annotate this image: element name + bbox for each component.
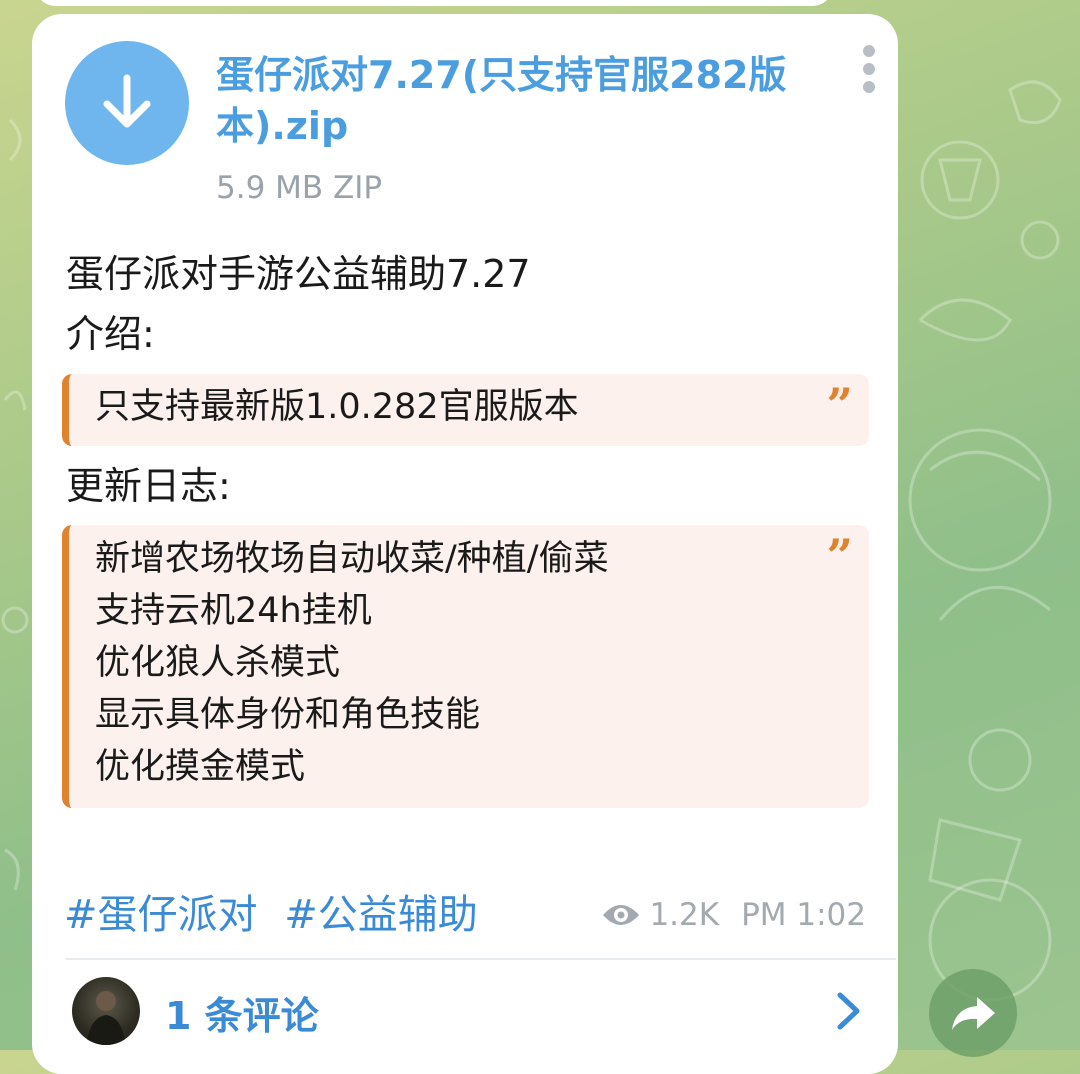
message-time: PM 1:02 [741, 897, 866, 933]
file-name[interactable]: 蛋仔派对7.27(只支持官服282版本).zip [216, 50, 826, 152]
changelog-label: 更新日志: [66, 464, 231, 508]
quote-line: 新增农场牧场自动收菜/种植/偷菜 [95, 539, 609, 579]
view-count: 1.2K [649, 897, 720, 933]
avatar-photo [86, 991, 126, 1045]
download-icon [103, 74, 151, 128]
message-meta: 1.2K PM 1:02 [601, 897, 866, 933]
previous-message-bubble [34, 0, 834, 6]
intro-quote: 只支持最新版1.0.282官服版本 ” [62, 374, 869, 446]
comments-link[interactable]: 1 条评论 [165, 985, 319, 1040]
quote-line: 优化狼人杀模式 [95, 643, 341, 683]
chevron-right-icon[interactable] [832, 990, 864, 1032]
hashtag-link[interactable]: #公益辅助 [284, 892, 478, 938]
quote-mark-icon: ” [826, 529, 853, 583]
eye-icon [603, 905, 640, 925]
file-download-button[interactable] [65, 41, 189, 165]
share-arrow-icon [952, 997, 995, 1030]
comments-divider [66, 958, 896, 960]
intro-label: 介绍: [66, 312, 155, 356]
message-title-line: 蛋仔派对手游公益辅助7.27 [66, 252, 531, 296]
quote-line: 只支持最新版1.0.282官服版本 [95, 387, 579, 427]
file-size: 5.9 MB ZIP [216, 170, 383, 206]
hashtag-link[interactable]: #蛋仔派对 [64, 892, 258, 938]
quote-line: 优化摸金模式 [95, 747, 306, 787]
share-button[interactable] [929, 969, 1017, 1057]
more-vertical-icon[interactable] [858, 45, 880, 95]
avatar[interactable] [72, 977, 140, 1045]
quote-mark-icon: ” [826, 378, 853, 432]
quote-line: 显示具体身份和角色技能 [95, 695, 481, 735]
hashtags: #蛋仔派对 #公益辅助 [64, 882, 492, 940]
changelog-quote: 新增农场牧场自动收菜/种植/偷菜 支持云机24h挂机 优化狼人杀模式 显示具体身… [62, 525, 869, 808]
quote-line: 支持云机24h挂机 [95, 591, 372, 631]
